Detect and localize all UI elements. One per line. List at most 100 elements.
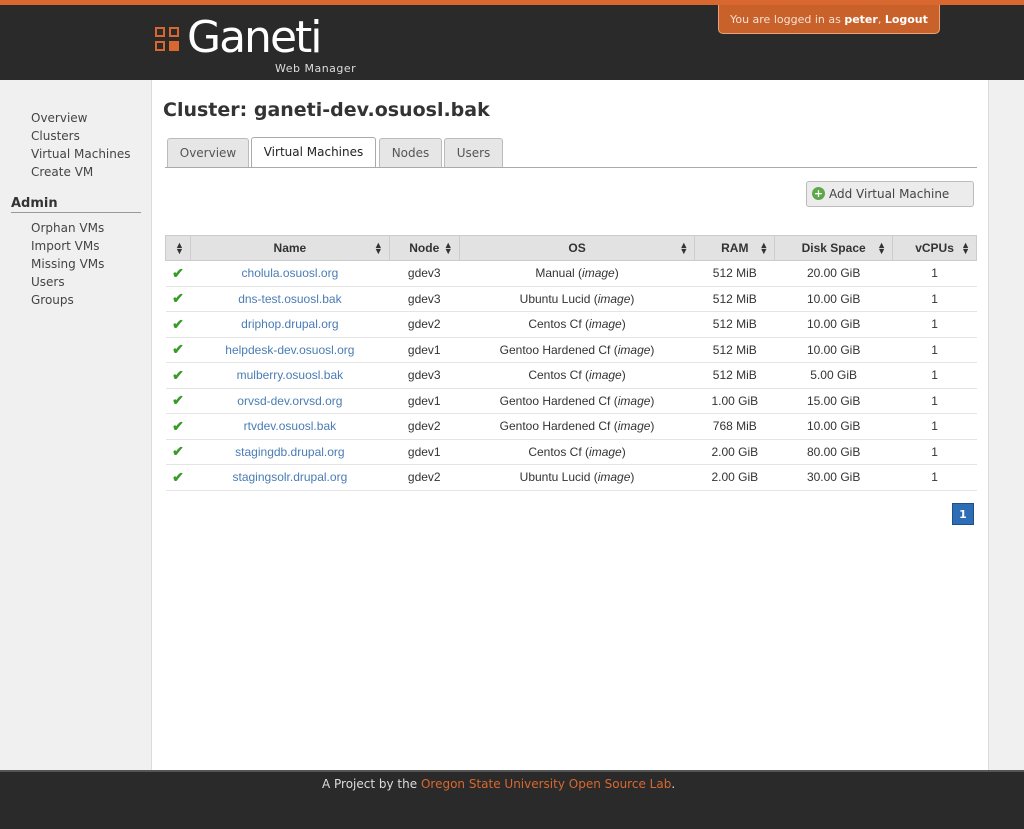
check-icon: ✔ — [172, 264, 184, 281]
sort-icon: ▲ ▼ — [373, 240, 383, 256]
disk-cell: 80.00 GiB — [774, 439, 893, 465]
table-row[interactable]: ✔ dns-test.osuosl.bak gdev3 Ubuntu Lucid (i… — [165, 286, 977, 312]
ganeti-logo-icon — [155, 27, 181, 53]
vm-name-link[interactable]: dns-test.osuosl.bak — [238, 292, 341, 306]
vm-name-link[interactable]: cholula.osuosl.org — [242, 266, 339, 280]
status-cell: ✔ — [165, 311, 191, 338]
name-cell: driphop.drupal.org — [190, 311, 390, 338]
table-row[interactable]: ✔ driphop.drupal.org gdev2 Centos Cf (image… — [165, 311, 977, 338]
node-cell: gdev1 — [389, 388, 460, 414]
vm-name-link[interactable]: rtvdev.osuosl.bak — [244, 419, 337, 433]
name-cell: dns-test.osuosl.bak — [190, 286, 390, 312]
tab-overview[interactable]: Overview — [167, 138, 249, 167]
os-cell: Gentoo Hardened Cf (image) — [459, 388, 695, 414]
status-cell: ✔ — [165, 286, 191, 312]
name-cell: stagingsolr.drupal.org — [190, 464, 390, 491]
tabs-divider — [165, 167, 977, 168]
check-icon: ✔ — [172, 468, 184, 485]
sidebar: Overview Clusters Virtual Machines Creat… — [0, 80, 151, 770]
ram-cell: 2.00 GiB — [694, 439, 775, 465]
column-header-os[interactable]: OS ▲ ▼ — [458, 235, 696, 261]
sidebar-item-clusters[interactable]: Clusters — [31, 129, 80, 143]
vcpus-cell: 1 — [892, 337, 977, 363]
sidebar-item-create-vm[interactable]: Create VM — [31, 165, 93, 179]
os-cell: Centos Cf (image) — [459, 311, 695, 338]
vcpus-cell: 1 — [892, 413, 977, 440]
disk-cell: 10.00 GiB — [774, 286, 893, 312]
vm-table-body: ✔ cholula.osuosl.org gdev3 Manual (image) 51… — [165, 260, 977, 491]
add-virtual-machine-button[interactable]: + Add Virtual Machine — [806, 181, 974, 207]
main-content: Cluster: ganeti-dev.osuosl.bak Overview … — [151, 80, 989, 770]
os-cell: Gentoo Hardened Cf (image) — [459, 413, 695, 440]
logo-subtitle: Web Manager — [275, 62, 357, 75]
footer-suffix: . — [671, 777, 676, 791]
check-icon: ✔ — [172, 417, 184, 434]
status-cell: ✔ — [165, 439, 191, 465]
table-row[interactable]: ✔ stagingdb.drupal.org gdev1 Centos Cf (ima… — [165, 439, 977, 465]
table-row[interactable]: ✔ orvsd-dev.orvsd.org gdev1 Gentoo Hardened… — [165, 388, 977, 414]
check-icon: ✔ — [172, 392, 184, 409]
logout-link[interactable]: Logout — [885, 13, 928, 26]
osuosl-link[interactable]: Oregon State University Open Source Lab — [421, 777, 671, 791]
table-row[interactable]: ✔ mulberry.osuosl.bak gdev3 Centos Cf (imag… — [165, 362, 977, 389]
vm-name-link[interactable]: orvsd-dev.orvsd.org — [237, 394, 342, 408]
footer: A Project by the Oregon State University… — [0, 770, 1024, 829]
sidebar-item-users[interactable]: Users — [31, 275, 65, 289]
vm-name-link[interactable]: helpdesk-dev.osuosl.org — [225, 343, 354, 357]
check-icon: ✔ — [172, 443, 184, 460]
sort-icon: ▲ ▼ — [877, 240, 887, 256]
sort-icon: ▲ ▼ — [175, 240, 184, 256]
column-header-status[interactable]: ▲ ▼ — [165, 235, 191, 261]
status-cell: ✔ — [165, 413, 191, 440]
status-cell: ✔ — [165, 388, 191, 414]
name-cell: cholula.osuosl.org — [190, 260, 390, 287]
tab-users[interactable]: Users — [444, 138, 503, 167]
vcpus-cell: 1 — [892, 260, 977, 287]
status-cell: ✔ — [165, 362, 191, 389]
page-1-button[interactable]: 1 — [952, 503, 974, 525]
ram-cell: 1.00 GiB — [694, 388, 775, 414]
tab-nodes[interactable]: Nodes — [379, 138, 442, 167]
disk-cell: 5.00 GiB — [774, 362, 893, 389]
name-cell: mulberry.osuosl.bak — [190, 362, 390, 389]
admin-heading: Admin — [11, 196, 141, 213]
name-cell: orvsd-dev.orvsd.org — [190, 388, 390, 414]
vm-name-link[interactable]: mulberry.osuosl.bak — [237, 368, 344, 382]
sidebar-item-missing-vms[interactable]: Missing VMs — [31, 257, 104, 271]
sidebar-item-overview[interactable]: Overview — [31, 111, 88, 125]
sidebar-item-orphan-vms[interactable]: Orphan VMs — [31, 221, 104, 235]
vm-name-link[interactable]: stagingsolr.drupal.org — [233, 470, 348, 484]
check-icon: ✔ — [172, 366, 184, 383]
table-row[interactable]: ✔ cholula.osuosl.org gdev3 Manual (image) 51… — [165, 260, 977, 287]
table-header-row: ▲ ▼ Name ▲ ▼ Node ▲ ▼ OS ▲ ▼ RAM ▲ ▼ Disk Space ▲ ▼… — [165, 235, 977, 261]
table-row[interactable]: ✔ rtvdev.osuosl.bak gdev2 Gentoo Hardened C… — [165, 413, 977, 440]
add-vm-label: Add Virtual Machine — [829, 187, 950, 201]
ram-cell: 512 MiB — [694, 362, 775, 389]
username: peter — [844, 13, 878, 26]
vm-name-link[interactable]: stagingdb.drupal.org — [235, 445, 344, 459]
ram-cell: 768 MiB — [694, 413, 775, 440]
vcpus-cell: 1 — [892, 388, 977, 414]
sidebar-item-import-vms[interactable]: Import VMs — [31, 239, 99, 253]
check-icon: ✔ — [172, 290, 184, 307]
node-cell: gdev2 — [389, 413, 460, 440]
column-header-node[interactable]: Node ▲ ▼ — [388, 235, 460, 261]
disk-cell: 30.00 GiB — [774, 464, 893, 491]
ram-cell: 512 MiB — [694, 286, 775, 312]
sidebar-item-groups[interactable]: Groups — [31, 293, 74, 307]
node-cell: gdev1 — [389, 439, 460, 465]
disk-cell: 10.00 GiB — [774, 311, 893, 338]
vm-name-link[interactable]: driphop.drupal.org — [241, 317, 338, 331]
table-row[interactable]: ✔ helpdesk-dev.osuosl.org gdev1 Gentoo Hard… — [165, 337, 977, 363]
ram-cell: 2.00 GiB — [694, 464, 775, 491]
vcpus-cell: 1 — [892, 464, 977, 491]
check-icon: ✔ — [172, 315, 184, 332]
tab-virtual-machines[interactable]: Virtual Machines — [251, 137, 376, 168]
column-header-vcpus[interactable]: vCPUs ▲ ▼ — [892, 235, 977, 261]
sidebar-item-virtual-machines[interactable]: Virtual Machines — [31, 147, 131, 161]
column-header-disk-space[interactable]: Disk Space ▲ ▼ — [774, 235, 894, 261]
table-row[interactable]: ✔ stagingsolr.drupal.org gdev2 Ubuntu Lucid… — [165, 464, 977, 491]
sort-icon: ▲ ▼ — [679, 240, 689, 256]
column-header-name[interactable]: Name ▲ ▼ — [189, 235, 390, 261]
column-header-ram[interactable]: RAM ▲ ▼ — [694, 235, 776, 261]
